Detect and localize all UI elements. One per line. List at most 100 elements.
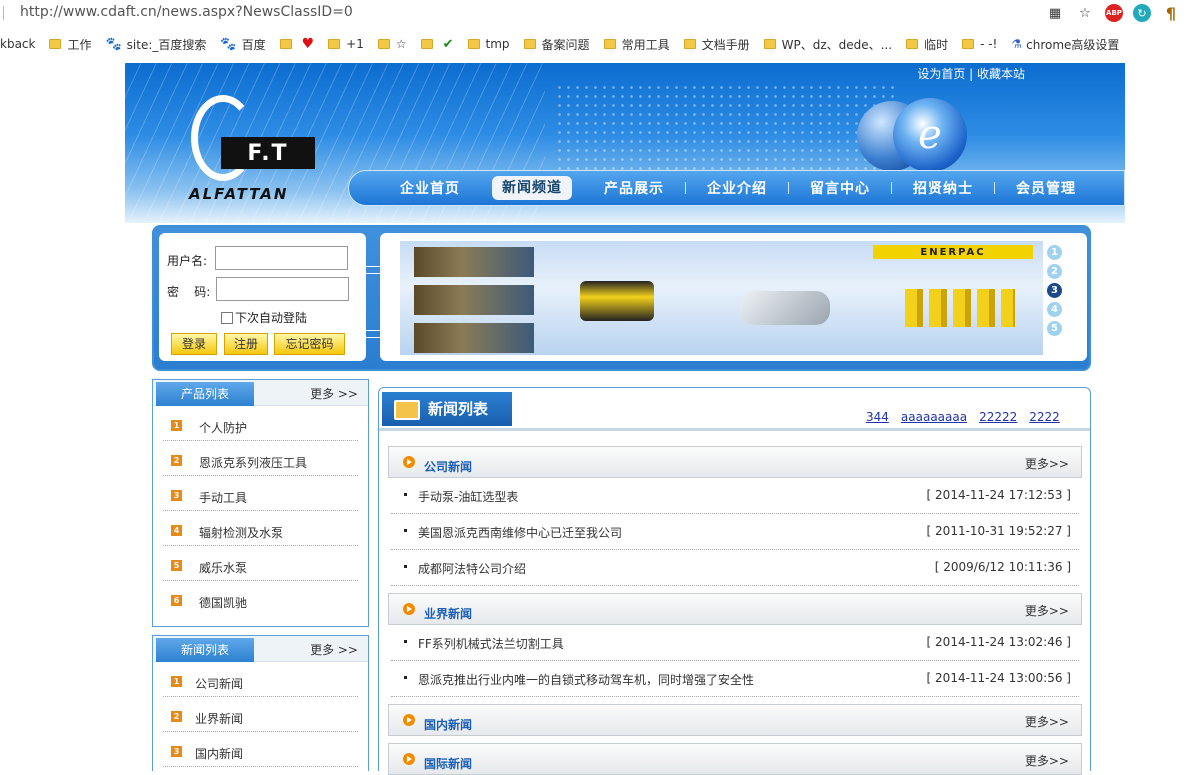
quick-link[interactable]: aaaaaaaaa xyxy=(901,410,967,424)
banner-dot[interactable]: 4 xyxy=(1047,302,1062,317)
folder-icon xyxy=(420,39,433,49)
bookmark-item[interactable]: WP、dz、dede、... xyxy=(763,36,892,53)
nav-item-news[interactable]: 新闻频道 xyxy=(492,176,572,200)
company-logo[interactable]: F.T ALFATTAN xyxy=(187,93,337,208)
username-input[interactable] xyxy=(215,246,348,270)
bookmark-label: site:_百度搜索 xyxy=(126,37,207,52)
section-header-international-news[interactable]: 国际新闻 更多>> xyxy=(388,743,1082,775)
address-bar[interactable]: http://www.cdaft.cn/news.aspx?NewsClassI… xyxy=(0,0,1189,27)
banner-dot-active[interactable]: 3 xyxy=(1047,283,1062,298)
section-title[interactable]: 业界新闻 xyxy=(424,605,472,622)
section-header-domestic-news[interactable]: 国内新闻 更多>> xyxy=(388,704,1082,736)
bookmark-label: 备案问题 xyxy=(541,37,590,52)
product-list-more-link[interactable]: 更多 >> xyxy=(310,385,358,402)
list-item[interactable]: 5 威乐水泵 xyxy=(163,546,358,581)
news-row[interactable]: 成都阿法特公司介绍 [ 2009/6/12 10:11:36 ] xyxy=(391,550,1079,586)
bullet-icon xyxy=(404,565,407,568)
bookmark-item[interactable]: kback xyxy=(0,37,35,51)
bookmark-item[interactable]: 🐾 百度 xyxy=(220,36,265,53)
remember-checkbox[interactable] xyxy=(221,311,233,324)
bookmark-item[interactable]: ♥ xyxy=(279,36,314,52)
news-title[interactable]: 美国恩派克西南维修中心已迁至我公司 xyxy=(418,524,622,541)
bookmark-item[interactable]: tmp xyxy=(467,37,510,51)
news-row[interactable]: 恩派克推出行业内唯一的自锁式移动驾车机，同时增强了安全性 [ 2014-11-2… xyxy=(391,661,1079,697)
section-more-link[interactable]: 更多>> xyxy=(1025,752,1069,769)
news-title[interactable]: 成都阿法特公司介绍 xyxy=(418,560,526,577)
bookmark-item[interactable]: 文档手册 xyxy=(683,36,750,53)
news-row[interactable]: 手动泵-油缸选型表 [ 2014-11-24 17:12:53 ] xyxy=(391,478,1079,514)
bookmark-item[interactable]: 工作 xyxy=(49,36,91,53)
quick-link[interactable]: 2222 xyxy=(1029,410,1060,424)
bookmarks-bar: kback 工作 🐾 site:_百度搜索 🐾 百度 ♥ +1 ☆ ✔ tmp 备案… xyxy=(0,30,1189,58)
list-item[interactable]: 1 公司新闻 xyxy=(163,662,358,697)
remember-login[interactable]: 下次自动登陆 xyxy=(221,309,307,326)
bookmark-item[interactable]: 常用工具 xyxy=(603,36,670,53)
ie-globe-graphic: e xyxy=(893,98,967,172)
torque-wrench-image xyxy=(740,291,830,325)
list-item[interactable]: 2 业界新闻 xyxy=(163,697,358,732)
bookmark-item[interactable]: ✔ xyxy=(420,37,454,52)
banner-dot[interactable]: 1 xyxy=(1047,245,1062,260)
bookmark-label: - -! xyxy=(980,37,998,51)
top-links[interactable]: 设为首页 | 收藏本站 xyxy=(917,65,1025,82)
section-title[interactable]: 国内新闻 xyxy=(424,716,472,733)
banner-dot[interactable]: 5 xyxy=(1047,321,1062,336)
nav-item-members[interactable]: 会员管理 xyxy=(995,178,1097,198)
section-header-company-news[interactable]: 公司新闻 更多>> xyxy=(388,446,1082,478)
news-title[interactable]: FF系列机械式法兰切割工具 xyxy=(418,635,564,652)
bookmark-item[interactable]: 🐾 site:_百度搜索 xyxy=(105,36,206,53)
product-banner[interactable]: ENERPAC xyxy=(400,241,1043,355)
bookmark-item[interactable]: ⚗ chrome高级设置 xyxy=(1011,36,1119,53)
nav-item-products[interactable]: 产品展示 xyxy=(583,178,685,198)
bookmark-star-icon[interactable]: ☆ xyxy=(1075,3,1095,23)
list-item[interactable]: 3 国内新闻 xyxy=(163,732,358,767)
folder-icon xyxy=(523,39,536,49)
section-title[interactable]: 国际新闻 xyxy=(424,755,472,772)
news-row[interactable]: 美国恩派克西南维修中心已迁至我公司 [ 2011-10-31 19:52:27 … xyxy=(391,514,1079,550)
forgot-password-button[interactable]: 忘记密码 xyxy=(274,333,345,355)
quick-link[interactable]: 344 xyxy=(866,410,889,424)
bookmark-item[interactable]: 备案问题 xyxy=(523,36,590,53)
bookmark-label: 工作 xyxy=(67,37,92,52)
list-item[interactable]: 6 德国凯驰 xyxy=(163,581,358,616)
nav-item-messages[interactable]: 留言中心 xyxy=(789,178,891,198)
url-text[interactable]: http://www.cdaft.cn/news.aspx?NewsClassI… xyxy=(20,4,353,20)
password-input[interactable] xyxy=(216,277,349,301)
register-button[interactable]: 注册 xyxy=(224,333,268,355)
qr-code-icon[interactable]: ▦ xyxy=(1045,3,1065,23)
login-button[interactable]: 登录 xyxy=(171,333,217,355)
bookmark-item[interactable]: +1 xyxy=(328,37,364,51)
list-item[interactable]: 1 个人防护 xyxy=(163,406,358,441)
grammarly-icon[interactable]: ↻ xyxy=(1133,4,1151,22)
news-row[interactable]: FF系列机械式法兰切割工具 [ 2014-11-24 13:02:46 ] xyxy=(391,625,1079,661)
adblock-icon[interactable]: ABP xyxy=(1105,4,1123,22)
list-item-label: 威乐水泵 xyxy=(199,561,248,575)
list-item[interactable]: 4 辐射检测及水泵 xyxy=(163,511,358,546)
banner-dot[interactable]: 2 xyxy=(1047,264,1062,279)
bookmark-label: ☆ xyxy=(395,37,407,51)
section-more-link[interactable]: 更多>> xyxy=(1025,602,1069,619)
folder-icon xyxy=(377,39,390,49)
list-item[interactable]: 3 手动工具 xyxy=(163,476,358,511)
news-title[interactable]: 手动泵-油缸选型表 xyxy=(418,488,518,505)
bookmark-label: chrome高级设置 xyxy=(1026,37,1120,52)
nav-item-jobs[interactable]: 招贤纳士 xyxy=(892,178,994,198)
bookmark-item[interactable]: - -! xyxy=(962,37,997,51)
news-list-more-link[interactable]: 更多 >> xyxy=(310,641,358,658)
list-item[interactable]: 2 恩派克系列液压工具 xyxy=(163,441,358,476)
quick-link[interactable]: 22222 xyxy=(979,410,1017,424)
news-title[interactable]: 恩派克推出行业内唯一的自锁式移动驾车机，同时增强了安全性 xyxy=(418,671,754,688)
bookmark-item[interactable]: ☆ xyxy=(377,37,407,51)
section-header-industry-news[interactable]: 业界新闻 更多>> xyxy=(388,593,1082,625)
bookmark-item[interactable]: 临时 xyxy=(906,36,948,53)
nav-item-about[interactable]: 企业介绍 xyxy=(686,178,788,198)
section-more-link[interactable]: 更多>> xyxy=(1025,455,1069,472)
nav-item-home[interactable]: 企业首页 xyxy=(379,178,481,198)
section-more-link[interactable]: 更多>> xyxy=(1025,713,1069,730)
section-title[interactable]: 公司新闻 xyxy=(424,458,472,475)
number-badge: 2 xyxy=(171,455,182,466)
news-list-title: 新闻列表 xyxy=(156,638,254,662)
login-box: 用户名: 密 码: 下次自动登陆 登录 注册 忘记密码 xyxy=(159,233,366,361)
list-item-label: 业界新闻 xyxy=(195,712,244,726)
paragraph-icon[interactable]: ¶ xyxy=(1161,3,1181,23)
